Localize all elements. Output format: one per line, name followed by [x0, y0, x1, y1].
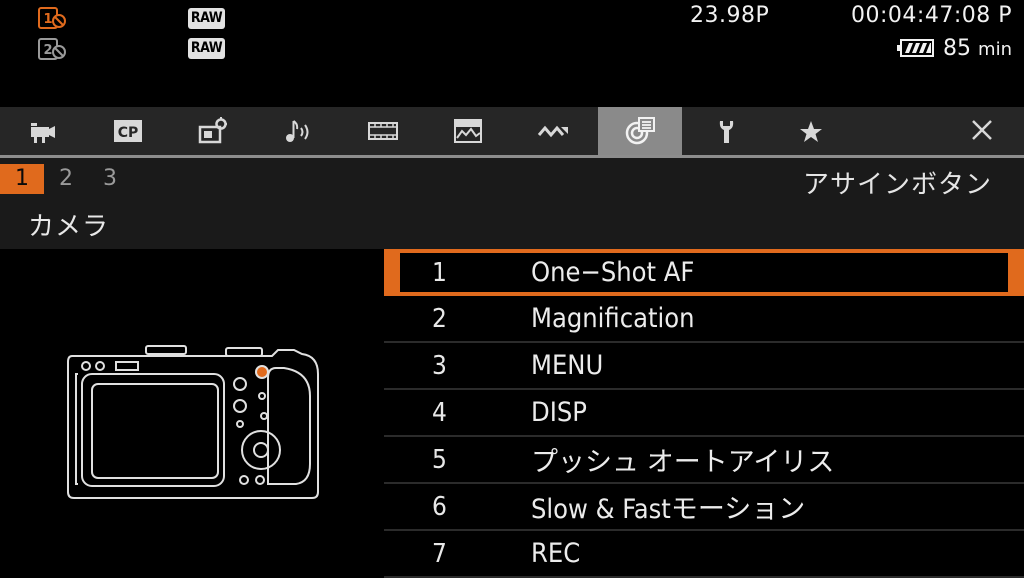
- item-number: 3: [432, 350, 447, 381]
- camera-body-illustration: [62, 344, 324, 504]
- close-button[interactable]: [940, 107, 1024, 155]
- card-slot-2-icon: 2: [36, 37, 72, 61]
- status-bar: 1 2 RAW RAW 23.98P 00:04:47:08 P 85 min: [0, 0, 1024, 107]
- battery-status: 85 min: [897, 34, 1012, 62]
- assign-button-icon: [625, 117, 655, 145]
- item-number: 5: [432, 444, 447, 475]
- item-number: 6: [432, 491, 447, 522]
- svg-text:1: 1: [43, 12, 52, 27]
- item-label: REC: [531, 538, 581, 569]
- svg-text:2: 2: [43, 43, 52, 58]
- list-item-5[interactable]: 5 プッシュ オートアイリス: [384, 437, 1024, 484]
- item-label: Slow & Fastモーション: [531, 494, 806, 525]
- tab-monitor-assist[interactable]: [426, 107, 510, 155]
- battery-remaining-unit: min: [978, 38, 1012, 60]
- item-number: 4: [432, 397, 447, 428]
- battery-remaining: 85 min: [943, 36, 1012, 61]
- tab-my-menu[interactable]: [769, 107, 853, 155]
- tab-setup[interactable]: [684, 107, 768, 155]
- wave-icon: [537, 125, 568, 138]
- item-label: DISP: [531, 397, 587, 428]
- raw-format-badge-1: RAW: [188, 8, 225, 29]
- tab-recording[interactable]: [341, 107, 425, 155]
- page-indicator: 1 2 3: [0, 164, 132, 194]
- list-item-4[interactable]: 4 DISP: [384, 390, 1024, 437]
- item-number: 7: [432, 538, 447, 569]
- menu-content: 1 One−Shot AF 2 Magnification 3 MENU 4 D…: [0, 249, 1024, 578]
- audio-icon: [286, 120, 309, 142]
- category-title: カメラ: [28, 212, 110, 242]
- frame-rate: 23.98P: [690, 3, 770, 28]
- battery-remaining-value: 85: [943, 35, 972, 61]
- movie-camera-icon: [31, 123, 55, 143]
- page-2[interactable]: 2: [44, 164, 88, 194]
- item-number: 2: [432, 303, 447, 334]
- film-strip-icon: [368, 122, 398, 140]
- tab-audio[interactable]: [256, 107, 340, 155]
- raw-format-badge-2: RAW: [188, 38, 225, 59]
- card-slot-1-icon: 1: [36, 6, 72, 30]
- list-item-2[interactable]: 2 Magnification: [384, 296, 1024, 343]
- list-item-1[interactable]: 1 One−Shot AF: [384, 249, 1024, 296]
- menu-header: 1 2 3 アサインボタン カメラ: [0, 158, 1024, 249]
- item-number: 1: [432, 257, 447, 288]
- item-label: One−Shot AF: [531, 257, 695, 288]
- tab-cp[interactable]: CP: [86, 107, 170, 155]
- wrench-icon: [719, 121, 734, 143]
- tab-assign-button[interactable]: [598, 107, 682, 155]
- menu-tab-bar: CP: [0, 107, 1024, 155]
- item-label: MENU: [531, 350, 604, 381]
- tab-network[interactable]: [511, 107, 595, 155]
- camera-settings-icon: [198, 117, 227, 144]
- close-icon: [972, 120, 992, 140]
- star-icon: [800, 121, 822, 142]
- page-3[interactable]: 3: [88, 164, 132, 194]
- assign-button-list: 1 One−Shot AF 2 Magnification 3 MENU 4 D…: [384, 249, 1024, 578]
- tab-movie[interactable]: [0, 107, 84, 155]
- list-item-7[interactable]: 7 REC: [384, 531, 1024, 578]
- battery-icon: [897, 38, 935, 58]
- timecode: 00:04:47:08 P: [851, 3, 1012, 28]
- monitor-assist-icon: [454, 119, 482, 143]
- list-item-6[interactable]: 6 Slow & Fastモーション: [384, 484, 1024, 531]
- list-item-3[interactable]: 3 MENU: [384, 343, 1024, 390]
- item-label: プッシュ オートアイリス: [531, 447, 835, 478]
- page-1[interactable]: 1: [0, 164, 44, 194]
- tab-camera-settings[interactable]: [171, 107, 255, 155]
- item-label: Magnification: [531, 303, 695, 334]
- svg-text:CP: CP: [118, 125, 139, 141]
- menu-title: アサインボタン: [802, 170, 992, 200]
- cp-icon: CP: [114, 120, 142, 142]
